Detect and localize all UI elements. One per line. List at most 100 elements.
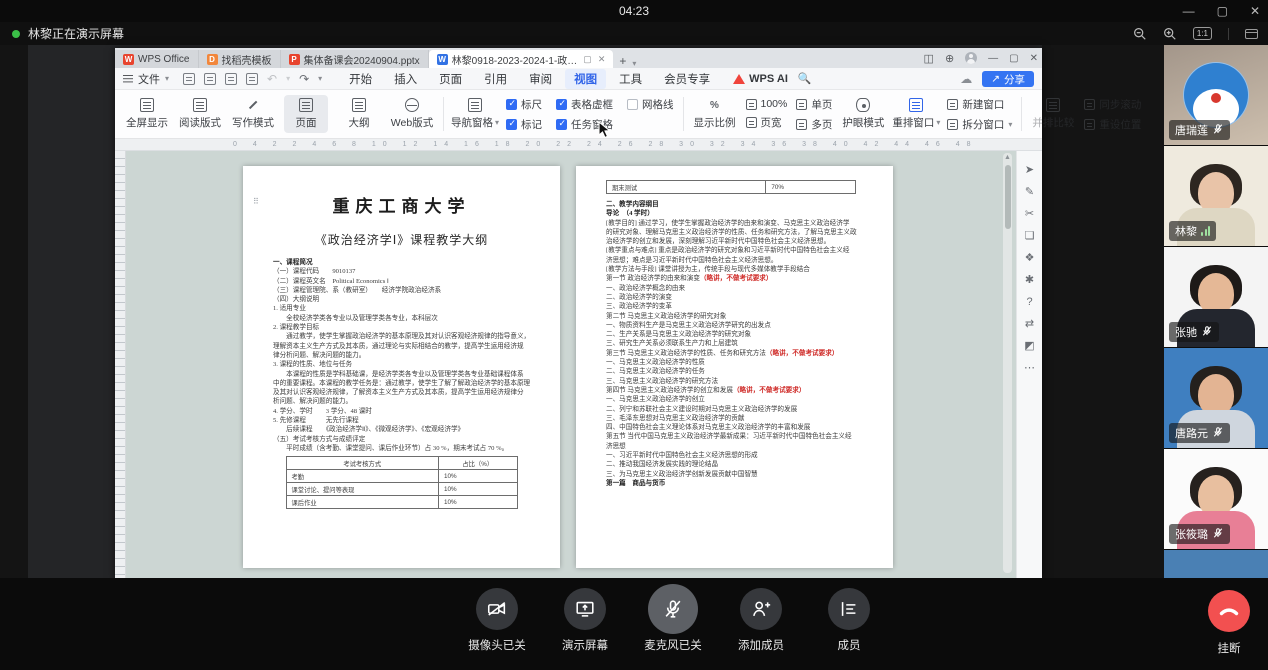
ribbon-button-重设位置[interactable]: 重设位置 <box>1084 117 1141 132</box>
export-pdf-icon[interactable] <box>204 73 216 85</box>
wps-minimize-icon[interactable]: — <box>988 53 998 64</box>
checkbox-label: 标尺 <box>521 97 542 112</box>
maximize-icon[interactable]: ▢ <box>1217 4 1228 18</box>
select-tool-icon[interactable]: ➤ <box>1025 165 1034 176</box>
redo-icon[interactable]: ↷ <box>299 73 309 85</box>
ribbon-button-拆分窗口[interactable]: 拆分窗口▾ <box>947 117 1012 132</box>
print-icon[interactable] <box>225 73 237 85</box>
ribbon-button-写作模式[interactable]: 写作模式 <box>231 95 275 133</box>
ribbon-button-单页[interactable]: 单页 <box>796 97 832 112</box>
ribbon-button-Web版式[interactable]: Web版式 <box>390 95 434 133</box>
drag-handle-icon[interactable]: ⠿ <box>253 200 260 204</box>
menu-会员专享[interactable]: 会员专享 <box>655 69 719 89</box>
vertical-scrollbar[interactable]: ▲ <box>1003 153 1012 573</box>
menu-工具[interactable]: 工具 <box>610 69 651 89</box>
control-成员[interactable]: 成员 <box>816 588 882 653</box>
ribbon-button-阅读版式[interactable]: 阅读版式 <box>178 95 222 133</box>
ribbon-button-页面[interactable]: 页面 <box>284 95 328 133</box>
ribbon-button-重排窗口[interactable]: 重排窗口▾ <box>894 95 938 133</box>
tab-session-icon[interactable]: ▢ <box>583 54 592 65</box>
globe-icon[interactable]: ⊕ <box>945 52 954 65</box>
fit-actual-size-button[interactable]: 1:1 <box>1193 27 1212 40</box>
multi-page-icon <box>796 119 807 130</box>
format-brush-icon[interactable]: ❖ <box>1025 253 1035 264</box>
new-tab-icon[interactable]: + <box>619 54 626 68</box>
checkbox-任务窗格[interactable]: 任务窗格 <box>556 117 613 132</box>
participant-tile-唐路元[interactable]: 唐路元 <box>1164 348 1268 448</box>
ribbon-button-导航窗格[interactable]: 导航窗格▾ <box>453 95 497 133</box>
scrollbar-thumb[interactable] <box>1005 165 1011 229</box>
horizontal-ruler[interactable]: 0 4 2 2 4 6 8 10 12 14 16 18 20 22 24 26… <box>115 139 1042 151</box>
document-tab-1[interactable]: WWPS Office <box>115 50 199 68</box>
document-canvas[interactable]: ⠿ 重庆工商大学 《政治经济学Ⅰ》课程教学大纲 一、课程简况（一）课程代码 90… <box>115 151 1042 578</box>
tab-close-icon[interactable]: ✕ <box>598 54 606 65</box>
cloud-sync-icon[interactable]: ☁ <box>960 72 972 86</box>
account-avatar[interactable] <box>965 52 977 64</box>
control-摄像头已关[interactable]: 摄像头已关 <box>464 588 530 653</box>
wps-restore-icon[interactable]: ▢ <box>1009 53 1018 64</box>
sync-icon[interactable]: ⇄ <box>1025 319 1034 330</box>
menu-开始[interactable]: 开始 <box>340 69 381 89</box>
file-menu[interactable]: 文件 ▾ <box>123 71 169 87</box>
menu-插入[interactable]: 插入 <box>385 69 426 89</box>
cut-icon[interactable]: ✂ <box>1025 209 1034 220</box>
checkbox-表格虚框[interactable]: 表格虚框 <box>556 97 613 112</box>
participant-tile-唐瑞莲[interactable]: 唐瑞莲 <box>1164 45 1268 145</box>
vertical-ruler[interactable] <box>115 151 126 578</box>
checkbox-标记[interactable]: 标记 <box>506 117 542 132</box>
menu-审阅[interactable]: 审阅 <box>520 69 561 89</box>
minimize-icon[interactable]: — <box>1183 4 1195 18</box>
hangup-button[interactable]: 挂断 <box>1208 590 1250 656</box>
ribbon-button-护眼模式[interactable]: 护眼模式 <box>841 95 885 133</box>
menu-视图[interactable]: 视图 <box>565 69 606 89</box>
document-tab-4[interactable]: W林黎0918-2023-2024-1-政…▢✕ <box>429 50 614 68</box>
highlight-icon[interactable]: ✱ <box>1025 275 1034 286</box>
tab-list-icon[interactable]: ▾ <box>632 59 636 68</box>
wps-close-icon[interactable]: ✕ <box>1030 53 1038 64</box>
control-演示屏幕[interactable]: 演示屏幕 <box>552 588 618 653</box>
help-icon[interactable]: ? <box>1026 297 1032 308</box>
menu-引用[interactable]: 引用 <box>475 69 516 89</box>
undo-icon[interactable]: ↶ <box>267 73 277 85</box>
share-button[interactable]: ↗ 分享 <box>982 71 1034 87</box>
edit-pen-icon[interactable]: ✎ <box>1025 187 1034 198</box>
control-添加成员[interactable]: 添加成员 <box>728 588 794 653</box>
more-icon[interactable]: ⋯ <box>1024 363 1035 374</box>
ribbon-button-新建窗口[interactable]: 新建窗口 <box>947 97 1012 112</box>
document-tab-2[interactable]: D找稻壳模板 <box>199 50 281 68</box>
document-page-1[interactable]: ⠿ 重庆工商大学 《政治经济学Ⅰ》课程教学大纲 一、课程简况（一）课程代码 90… <box>243 166 560 568</box>
ribbon-button-100%[interactable]: 100% <box>746 98 788 110</box>
ribbon-button-显示比例[interactable]: %显示比例 <box>693 95 737 133</box>
participant-tile-partial[interactable] <box>1164 550 1268 578</box>
close-icon[interactable]: ✕ <box>1250 4 1260 18</box>
ribbon-button-同步滚动[interactable]: 同步滚动 <box>1084 97 1141 112</box>
wps-ai-button[interactable]: WPS AI <box>733 73 788 85</box>
document-page-2[interactable]: 期末测试70% 二、教学内容纲目导论 （4 学时）[教学目的] 通过学习，使学生… <box>576 166 893 568</box>
ribbon-button-多页[interactable]: 多页 <box>796 117 832 132</box>
tab-layout-icon[interactable]: ◫ <box>924 52 934 65</box>
ribbon-button-页宽[interactable]: 页宽 <box>746 115 788 130</box>
participant-tile-林黎[interactable]: 林黎 <box>1164 146 1268 246</box>
document-tab-3[interactable]: P集体备课会20240904.pptx <box>281 50 429 68</box>
participant-tile-张筱璐[interactable]: 张筱璐 <box>1164 449 1268 549</box>
redo-dropdown-icon[interactable]: ▾ <box>318 74 322 83</box>
menu-页面[interactable]: 页面 <box>430 69 471 89</box>
ribbon-button-大纲[interactable]: 大纲 <box>337 95 381 133</box>
copy-icon[interactable]: ❏ <box>1025 231 1035 242</box>
control-麦克风已关[interactable]: 麦克风已关 <box>640 588 706 653</box>
zoom-out-icon[interactable] <box>1133 27 1147 41</box>
scroll-up-icon[interactable]: ▲ <box>1003 153 1012 163</box>
table-cell: 课后作业 <box>286 496 438 509</box>
layout-toggle-icon[interactable] <box>1245 29 1258 39</box>
zoom-in-icon[interactable] <box>1163 27 1177 41</box>
save-icon[interactable] <box>183 73 195 85</box>
print-preview-icon[interactable] <box>246 73 258 85</box>
checkbox-标尺[interactable]: 标尺 <box>506 97 542 112</box>
checkbox-网格线[interactable]: 网格线 <box>627 97 674 112</box>
undo-dropdown-icon[interactable]: ▾ <box>286 74 290 83</box>
flag-icon[interactable]: ◩ <box>1024 341 1034 352</box>
participant-tile-张驰[interactable]: 张驰 <box>1164 247 1268 347</box>
ribbon-button-并排比较[interactable]: 并排比较 <box>1031 95 1075 133</box>
ribbon-button-全屏显示[interactable]: 全屏显示 <box>125 95 169 133</box>
search-icon[interactable]: 🔍 <box>798 72 812 85</box>
